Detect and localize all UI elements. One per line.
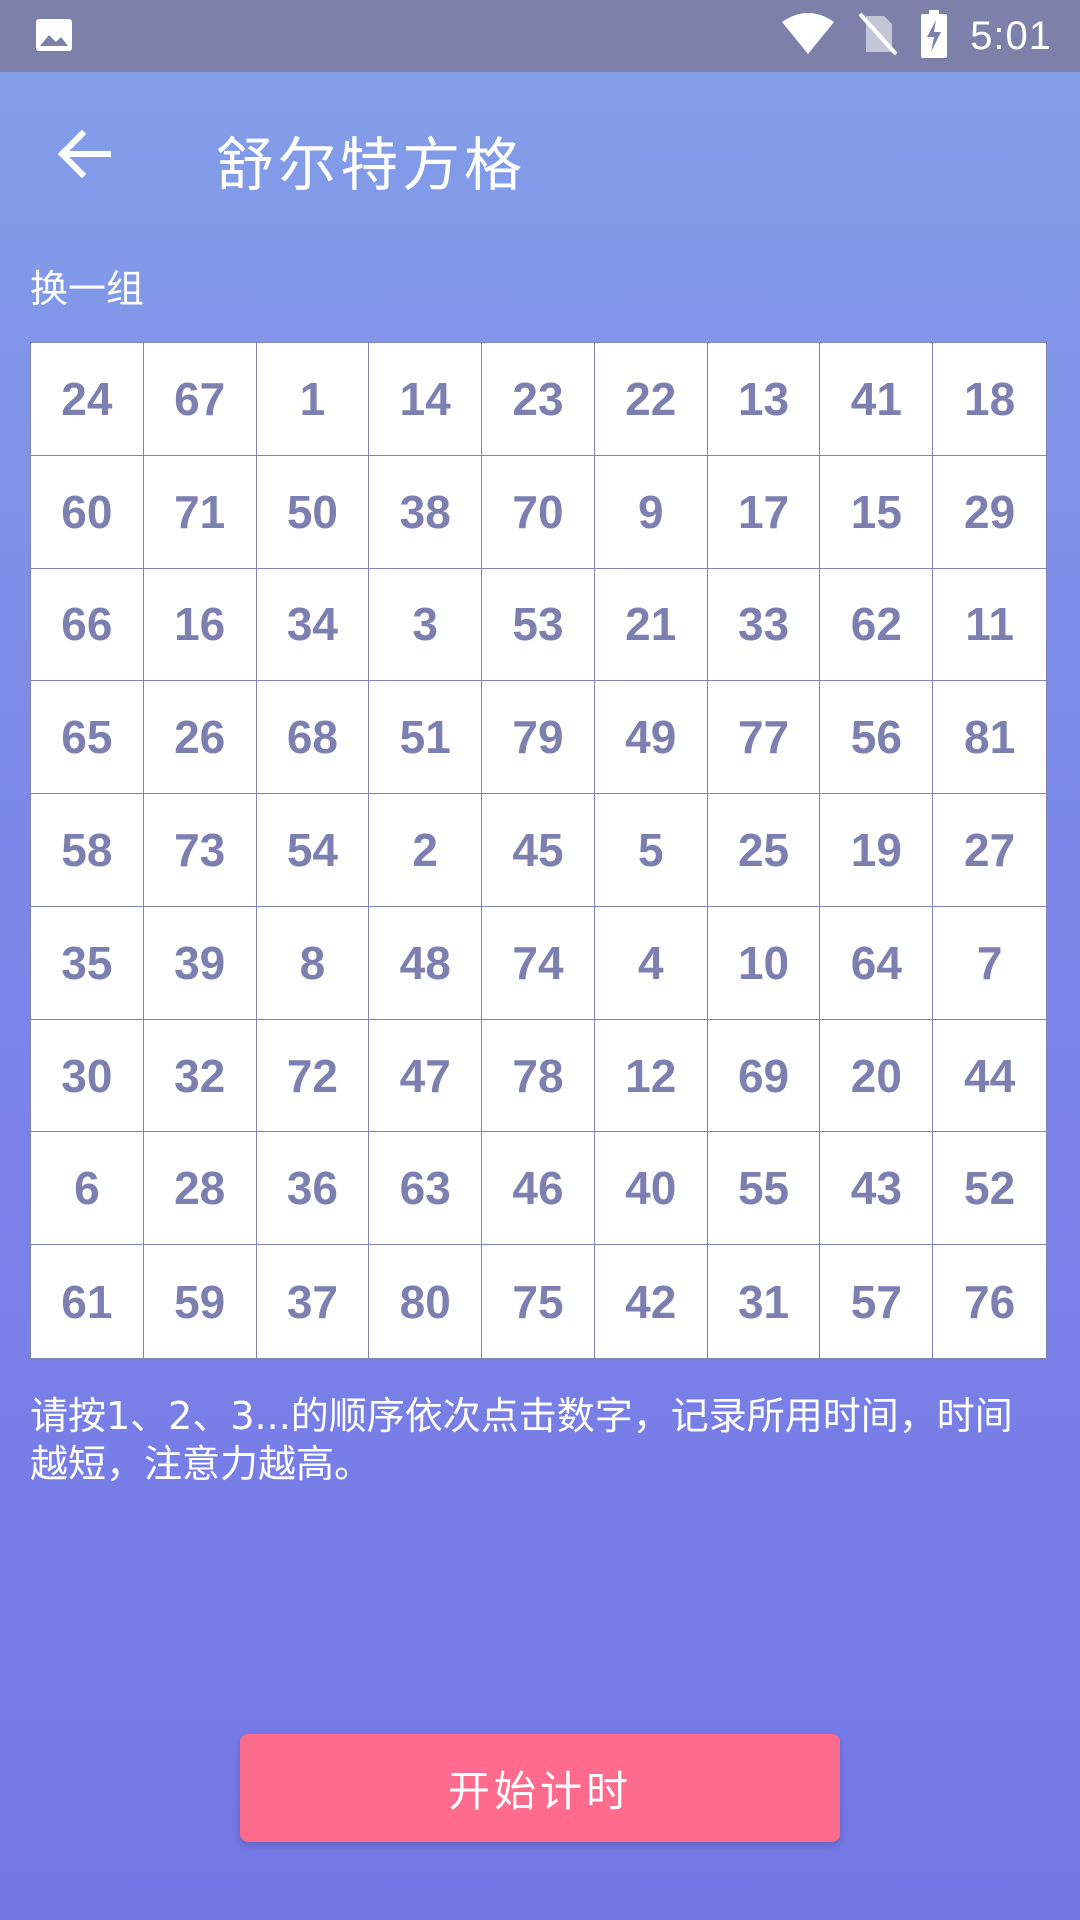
grid-cell[interactable]: 54 <box>256 794 370 907</box>
grid-cell[interactable]: 73 <box>143 794 257 907</box>
grid-cell[interactable]: 57 <box>820 1245 934 1358</box>
grid-cell[interactable]: 72 <box>256 1019 370 1133</box>
grid-cell[interactable]: 4 <box>594 906 708 1020</box>
grid-cell[interactable]: 34 <box>256 568 370 682</box>
grid-cell[interactable]: 10 <box>707 906 821 1020</box>
grid-cell[interactable]: 17 <box>707 455 821 569</box>
app-bar: 舒尔特方格 <box>0 72 1080 242</box>
battery-charging-icon <box>920 10 948 62</box>
back-button[interactable] <box>44 116 124 196</box>
image-icon <box>34 15 74 55</box>
grid-cell[interactable]: 58 <box>31 794 144 907</box>
grid-cell[interactable]: 31 <box>708 1245 821 1358</box>
grid-cell[interactable]: 65 <box>31 681 144 795</box>
grid-cell[interactable]: 52 <box>933 1132 1046 1246</box>
grid-cell[interactable]: 1 <box>256 343 370 456</box>
grid-cell[interactable]: 48 <box>369 906 483 1020</box>
grid-cell[interactable]: 66 <box>31 568 144 682</box>
grid-cell[interactable]: 77 <box>707 681 821 795</box>
grid-cell[interactable]: 22 <box>594 343 708 456</box>
grid-cell[interactable]: 80 <box>369 1245 483 1358</box>
grid-cell[interactable]: 38 <box>369 455 483 569</box>
grid-cell[interactable]: 70 <box>482 455 595 569</box>
instructions-text: 请按1、2、3...的顺序依次点击数字，记录所用时间，时间越短，注意力越高。 <box>30 1394 1013 1486</box>
grid-cell[interactable]: 53 <box>482 568 595 682</box>
grid-cell[interactable]: 21 <box>594 568 708 682</box>
grid-cell[interactable]: 26 <box>143 681 257 795</box>
status-bar: 5:01 <box>0 0 1080 72</box>
screen: 5:01 舒尔特方格 换一组 24 67 1 14 23 22 13 41 18 60 71 50 38… <box>0 0 1080 1920</box>
grid-cell[interactable]: 41 <box>820 343 934 456</box>
grid-cell[interactable]: 2 <box>369 794 483 907</box>
grid-cell[interactable]: 63 <box>369 1132 483 1246</box>
grid-cell[interactable]: 12 <box>594 1019 708 1133</box>
grid-cell[interactable]: 29 <box>933 456 1046 569</box>
schulte-grid: 24 67 1 14 23 22 13 41 18 60 71 50 38 70 9 17 15 29 66 16 34… <box>30 342 1047 1359</box>
grid-cell[interactable]: 7 <box>933 907 1046 1020</box>
grid-cell[interactable]: 3 <box>369 568 483 682</box>
grid-cell[interactable]: 6 <box>31 1132 144 1246</box>
grid-cell[interactable]: 8 <box>256 906 370 1020</box>
grid-cell[interactable]: 19 <box>820 794 934 907</box>
grid-cell[interactable]: 16 <box>143 568 257 682</box>
grid-cell[interactable]: 81 <box>933 681 1046 795</box>
grid-cell[interactable]: 27 <box>933 794 1046 907</box>
grid-cell[interactable]: 78 <box>482 1019 595 1133</box>
grid-cell[interactable]: 62 <box>820 568 934 682</box>
wifi-icon <box>780 12 836 60</box>
grid-cell[interactable]: 33 <box>707 568 821 682</box>
grid-cell[interactable]: 47 <box>369 1019 483 1133</box>
grid-cell[interactable]: 11 <box>933 569 1046 682</box>
grid-cell[interactable]: 39 <box>143 906 257 1020</box>
grid-cell[interactable]: 51 <box>369 681 483 795</box>
grid-cell[interactable]: 14 <box>369 343 483 456</box>
grid-cell[interactable]: 69 <box>707 1019 821 1133</box>
grid-cell[interactable]: 32 <box>143 1019 257 1133</box>
grid-cell[interactable]: 67 <box>143 343 257 456</box>
grid-cell[interactable]: 46 <box>482 1132 595 1246</box>
grid-cell[interactable]: 45 <box>482 794 595 907</box>
shuffle-button[interactable]: 换一组 <box>30 258 144 313</box>
grid-cell[interactable]: 36 <box>256 1132 370 1246</box>
grid-cell[interactable]: 23 <box>482 343 595 456</box>
grid-cell[interactable]: 5 <box>594 794 708 907</box>
grid-cell[interactable]: 64 <box>820 906 934 1020</box>
grid-cell[interactable]: 40 <box>594 1132 708 1246</box>
grid-cell[interactable]: 49 <box>594 681 708 795</box>
grid-cell[interactable]: 68 <box>256 681 370 795</box>
grid-cell[interactable]: 50 <box>256 455 370 569</box>
arrow-left-icon <box>56 128 112 184</box>
grid-cell[interactable]: 75 <box>482 1245 595 1358</box>
status-time: 5:01 <box>970 13 1052 58</box>
start-timer-button[interactable]: 开始计时 <box>240 1734 840 1842</box>
grid-cell[interactable]: 43 <box>820 1132 934 1246</box>
grid-cell[interactable]: 56 <box>820 681 934 795</box>
grid-cell[interactable]: 44 <box>933 1020 1046 1133</box>
grid-cell[interactable]: 60 <box>31 455 144 569</box>
grid-cell[interactable]: 20 <box>820 1019 934 1133</box>
grid-cell[interactable]: 28 <box>143 1132 257 1246</box>
grid-cell[interactable]: 35 <box>31 906 144 1020</box>
grid-cell[interactable]: 79 <box>482 681 595 795</box>
grid-cell[interactable]: 15 <box>820 455 934 569</box>
page-title: 舒尔特方格 <box>216 131 527 199</box>
grid-cell[interactable]: 18 <box>933 343 1046 456</box>
grid-cell[interactable]: 76 <box>933 1245 1046 1358</box>
grid-cell[interactable]: 55 <box>707 1132 821 1246</box>
no-sim-icon <box>858 12 898 60</box>
grid-cell[interactable]: 61 <box>31 1245 144 1358</box>
grid-cell[interactable]: 42 <box>595 1245 708 1358</box>
grid-cell[interactable]: 71 <box>143 455 257 569</box>
grid-cell[interactable]: 9 <box>594 455 708 569</box>
grid-cell[interactable]: 25 <box>707 794 821 907</box>
grid-cell[interactable]: 74 <box>482 906 595 1020</box>
grid-cell[interactable]: 30 <box>31 1019 144 1133</box>
grid-cell[interactable]: 13 <box>707 343 821 456</box>
grid-cell[interactable]: 37 <box>257 1245 370 1358</box>
grid-cell[interactable]: 24 <box>31 343 144 456</box>
grid-cell[interactable]: 59 <box>144 1245 257 1358</box>
